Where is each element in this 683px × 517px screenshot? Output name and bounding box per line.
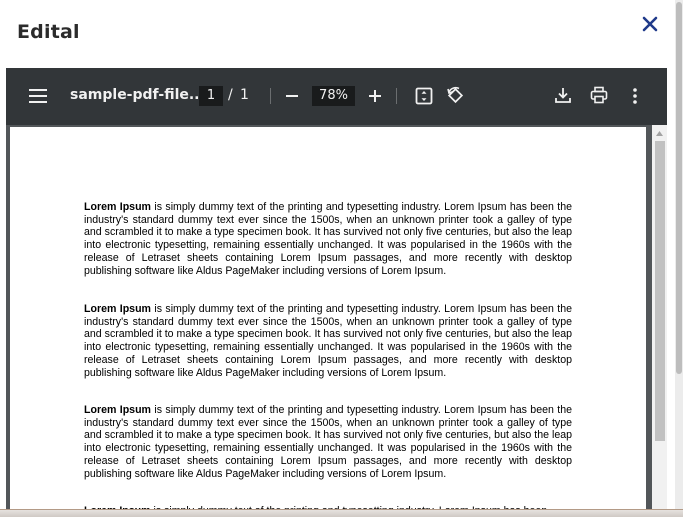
document-paragraph: Lorem Ipsum is simply dummy text of the … (84, 404, 572, 480)
viewer-scrollbar[interactable] (652, 125, 667, 517)
pdf-page: Lorem Ipsum is simply dummy text of the … (10, 127, 646, 517)
close-icon[interactable] (639, 13, 661, 35)
print-icon[interactable] (588, 84, 610, 106)
document-paragraph: Lorem Ipsum is simply dummy text of the … (84, 201, 572, 277)
pdf-page-area[interactable]: Lorem Ipsum is simply dummy text of the … (6, 125, 652, 517)
pdf-viewer: sample-pdf-file... 1 / 1 78% Lorem Ipsum… (6, 68, 667, 517)
page-number-input[interactable]: 1 (199, 86, 223, 106)
document-paragraph: Lorem Ipsum is simply dummy text of the … (84, 303, 572, 379)
toolbar-divider (270, 88, 271, 104)
scroll-up-arrow-icon[interactable] (652, 127, 667, 139)
page-total: 1 (240, 87, 249, 103)
fit-page-icon[interactable] (412, 85, 436, 107)
modal-header: Edital (0, 0, 683, 68)
download-icon[interactable] (552, 84, 574, 106)
toolbar-divider (396, 88, 397, 104)
zoom-in-icon[interactable] (364, 85, 386, 107)
page-scrollbar[interactable] (675, 0, 683, 517)
bottom-edge (0, 509, 683, 517)
more-options-icon[interactable] (625, 85, 645, 107)
zoom-input[interactable]: 78% (312, 86, 355, 106)
rotate-icon[interactable] (444, 85, 468, 107)
zoom-out-icon[interactable] (281, 85, 303, 107)
menu-icon[interactable] (26, 85, 50, 107)
viewer-scroll-thumb[interactable] (655, 141, 665, 441)
pdf-toolbar: sample-pdf-file... 1 / 1 78% (6, 68, 667, 125)
modal-title: Edital (17, 21, 80, 43)
page-scroll-thumb[interactable] (676, 2, 682, 374)
file-name: sample-pdf-file... (70, 87, 205, 103)
page-separator: / (228, 87, 233, 103)
